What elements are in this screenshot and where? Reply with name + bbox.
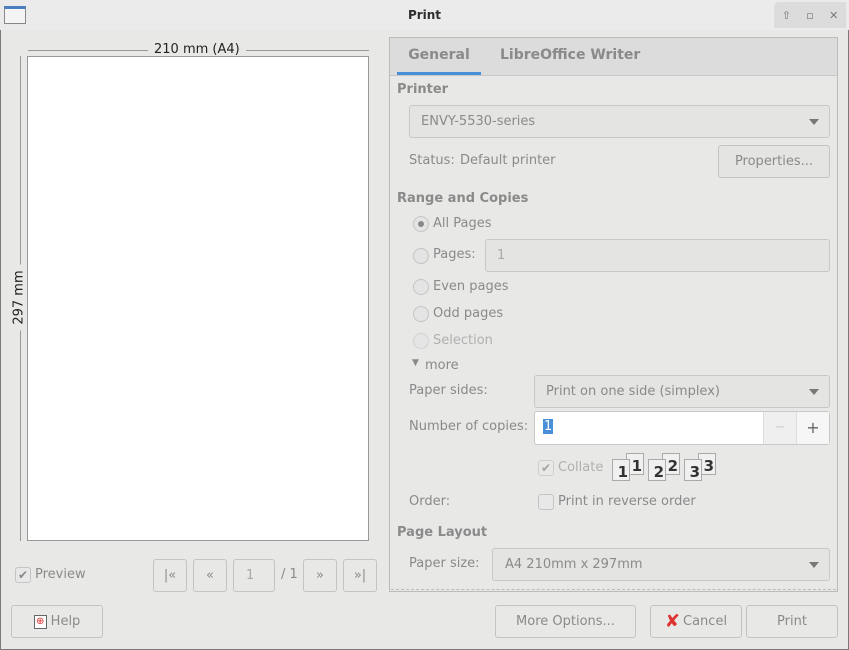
- shade-icon[interactable]: ⇧: [782, 9, 791, 22]
- even-pages-radio[interactable]: [413, 279, 429, 295]
- tab-general[interactable]: General: [397, 40, 481, 75]
- page-layout-heading: Page Layout: [397, 525, 488, 540]
- help-icon: ⊕: [33, 614, 47, 629]
- total-pages: / 1: [281, 567, 298, 582]
- range-heading: Range and Copies: [397, 191, 529, 206]
- all-pages-label: All Pages: [433, 216, 492, 231]
- window-controls: ⇧ ▫ ✕: [774, 2, 846, 28]
- collate-page: 2: [648, 459, 666, 481]
- paper-size-value: A4 210mm x 297mm: [505, 557, 643, 572]
- reverse-order-checkbox[interactable]: [538, 494, 554, 510]
- expander-arrow-icon[interactable]: ▼: [412, 358, 419, 368]
- last-page-button[interactable]: »|: [343, 559, 377, 592]
- help-button[interactable]: ⊕ Help: [11, 605, 103, 638]
- printer-heading: Printer: [397, 82, 449, 97]
- chevron-down-icon: [809, 388, 819, 395]
- print-button[interactable]: Print: [746, 605, 838, 638]
- pages-radio[interactable]: [413, 248, 429, 264]
- even-pages-label: Even pages: [433, 279, 509, 294]
- collate-checkbox[interactable]: ✔: [538, 460, 554, 476]
- copies-value[interactable]: 1: [543, 419, 554, 434]
- cancel-icon: ✘: [664, 611, 681, 632]
- status-value: Default printer: [460, 153, 556, 168]
- collate-page: 1: [612, 459, 630, 481]
- collate-illustration: 1 1 2 2 3 3: [612, 453, 722, 485]
- next-page-button[interactable]: »: [303, 559, 337, 592]
- printer-value: ENVY-5530-series: [421, 114, 536, 129]
- copies-label: Number of copies:: [409, 419, 529, 434]
- order-label: Order:: [409, 494, 451, 509]
- more-expander[interactable]: more: [425, 358, 459, 373]
- odd-pages-label: Odd pages: [433, 306, 504, 321]
- cancel-button[interactable]: ✘ Cancel: [650, 605, 742, 638]
- page-preview: [27, 56, 369, 541]
- paper-size-select[interactable]: A4 210mm x 297mm: [492, 548, 830, 581]
- help-label: Help: [50, 614, 81, 629]
- increment-button[interactable]: +: [796, 412, 829, 444]
- paper-sides-value: Print on one side (simplex): [546, 384, 720, 399]
- height-label: 297 mm: [11, 264, 27, 331]
- previous-page-button[interactable]: «: [193, 559, 227, 592]
- odd-pages-radio[interactable]: [413, 306, 429, 322]
- status-label: Status:: [409, 153, 455, 168]
- width-label: 210 mm (A4): [148, 42, 246, 57]
- copies-spinbutton[interactable]: 1 − +: [534, 411, 830, 445]
- selection-radio[interactable]: [413, 333, 429, 349]
- collate-page: 3: [684, 459, 702, 481]
- chevron-down-icon: [809, 118, 819, 125]
- preview-checkbox[interactable]: ✔: [15, 567, 31, 583]
- pages-input[interactable]: 1: [485, 239, 830, 272]
- tab-libreoffice-writer[interactable]: LibreOffice Writer: [488, 40, 652, 75]
- close-icon[interactable]: ✕: [829, 9, 838, 22]
- more-options-button[interactable]: More Options...: [495, 605, 636, 638]
- reverse-order-label: Print in reverse order: [558, 494, 696, 509]
- paper-sides-select[interactable]: Print on one side (simplex): [534, 375, 830, 408]
- chevron-down-icon: [809, 561, 819, 568]
- cancel-label: Cancel: [683, 614, 728, 629]
- window-title: Print: [407, 8, 442, 22]
- preview-label: Preview: [35, 567, 86, 582]
- properties-button[interactable]: Properties...: [718, 145, 830, 178]
- maximize-icon[interactable]: ▫: [806, 9, 813, 22]
- selection-label: Selection: [433, 333, 493, 348]
- paper-size-label: Paper size:: [409, 556, 480, 571]
- collate-label: Collate: [558, 460, 604, 475]
- first-page-button[interactable]: |«: [153, 559, 187, 592]
- printer-select[interactable]: ENVY-5530-series: [409, 105, 830, 138]
- all-pages-radio[interactable]: [413, 216, 429, 232]
- paper-sides-label: Paper sides:: [409, 383, 488, 398]
- pages-label: Pages:: [433, 247, 476, 262]
- title-bar: Print ⇧ ▫ ✕: [0, 0, 849, 30]
- scroll-edge: [391, 589, 836, 590]
- decrement-button[interactable]: −: [763, 412, 796, 444]
- page-number-input[interactable]: 1: [233, 559, 275, 592]
